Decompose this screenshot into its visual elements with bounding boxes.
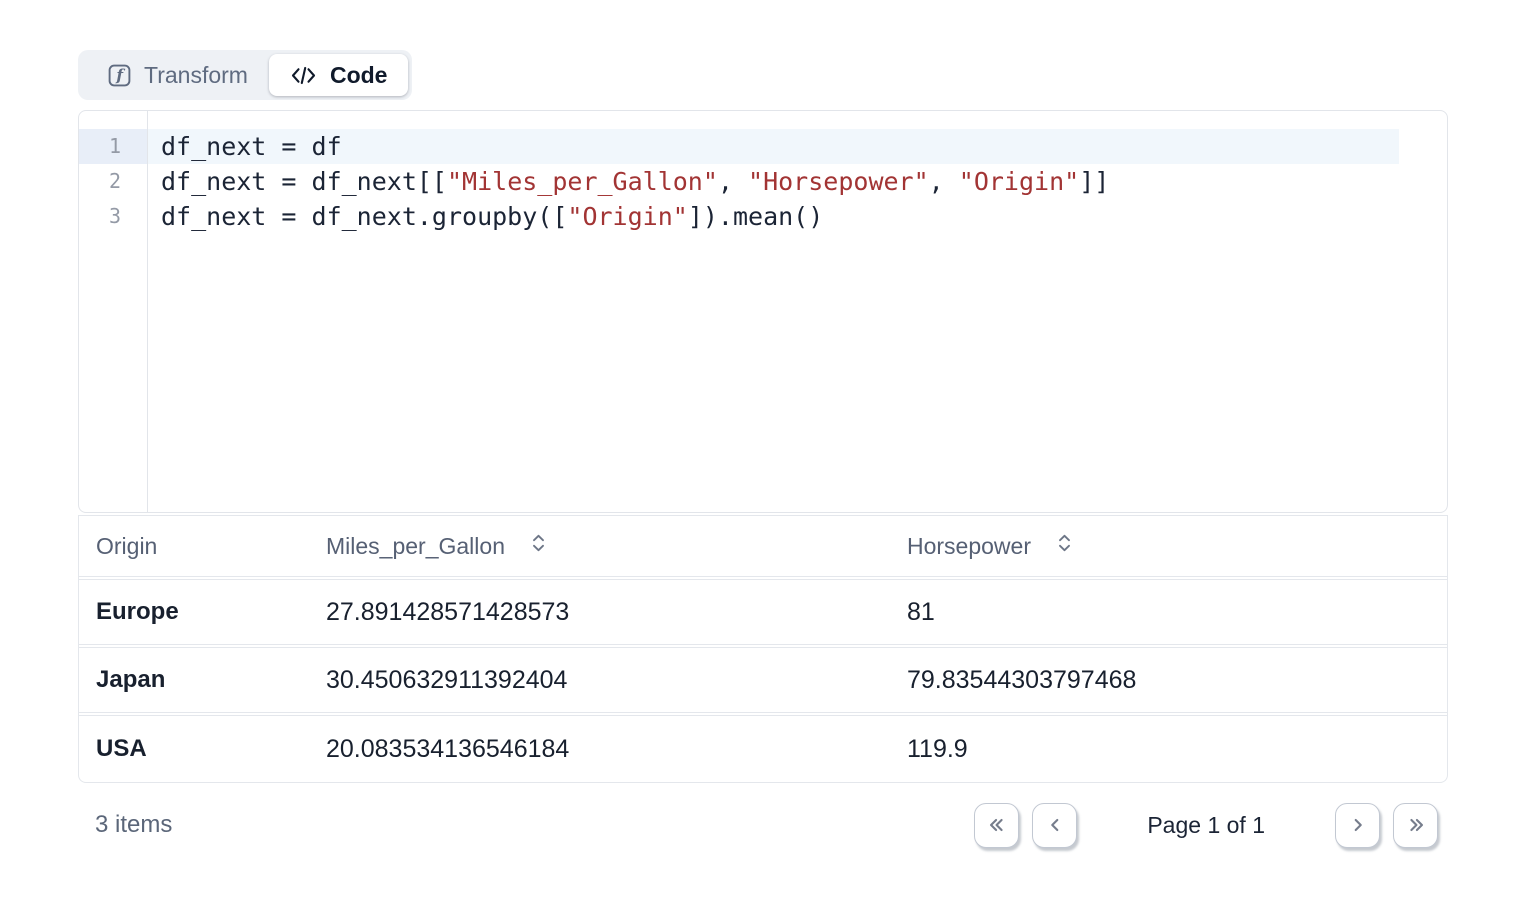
cell-value: 119.9 (890, 735, 1447, 764)
cell-value: 81 (890, 598, 1447, 627)
chevron-right-icon (1347, 814, 1369, 836)
code-line[interactable]: 3df_next = df_next.groupby(["Origin"]).m… (79, 199, 1447, 234)
line-number: 3 (79, 199, 147, 234)
items-count: 3 items (95, 811, 172, 839)
sort-chevrons-icon[interactable] (1056, 532, 1073, 560)
column-header: Origin (79, 533, 309, 560)
code-text[interactable]: df_next = df_next.groupby(["Origin"]).me… (147, 199, 1399, 234)
pagination-bar: 3 items Page 1 of 1 (78, 796, 1448, 854)
cell-value: 27.891428571428573 (309, 598, 890, 627)
row-index-label: USA (79, 735, 309, 763)
chevrons-left-icon (986, 814, 1008, 836)
column-header[interactable]: Miles_per_Gallon (309, 532, 890, 560)
cell-value: 30.450632911392404 (309, 666, 890, 695)
tab-transform-label: Transform (144, 62, 248, 89)
column-header-label: Origin (96, 533, 157, 560)
chevrons-right-icon (1405, 814, 1427, 836)
cell-value: 79.83544303797468 (890, 666, 1447, 695)
table-row: Japan30.45063291139240479.83544303797468 (79, 647, 1447, 713)
line-number: 2 (79, 164, 147, 199)
code-line[interactable]: 2df_next = df_next[["Miles_per_Gallon", … (79, 164, 1447, 199)
table-row: USA20.083534136546184119.9 (79, 715, 1447, 782)
code-line[interactable]: 1df_next = df (79, 129, 1447, 164)
table-body: Europe27.89142857142857381Japan30.450632… (79, 579, 1447, 782)
last-page-button[interactable] (1393, 803, 1438, 848)
cell-value: 20.083534136546184 (309, 735, 890, 764)
column-header-label: Horsepower (907, 533, 1031, 560)
pager: Page 1 of 1 (974, 803, 1438, 848)
chevron-left-icon (1044, 814, 1066, 836)
code-text[interactable]: df_next = df_next[["Miles_per_Gallon", "… (147, 164, 1399, 199)
page-indicator: Page 1 of 1 (1147, 812, 1265, 839)
view-tabbar: f Transform Code (78, 50, 412, 100)
tab-code[interactable]: Code (269, 54, 409, 96)
sort-chevrons-icon[interactable] (530, 532, 547, 560)
svg-text:f: f (115, 65, 125, 84)
tab-code-label: Code (330, 62, 388, 89)
row-index-label: Europe (79, 598, 309, 626)
code-text[interactable]: df_next = df (147, 129, 1399, 164)
result-table: Origin Miles_per_Gallon Horsepower Europe… (78, 515, 1448, 783)
dataframe-widget: f Transform Code 1df_next = df2df_next =… (78, 50, 1448, 854)
column-header-label: Miles_per_Gallon (326, 533, 505, 560)
column-header[interactable]: Horsepower (890, 532, 1447, 560)
table-row: Europe27.89142857142857381 (79, 579, 1447, 645)
function-icon: f (108, 64, 131, 87)
table-header-row: Origin Miles_per_Gallon Horsepower (79, 515, 1447, 577)
code-lines: 1df_next = df2df_next = df_next[["Miles_… (79, 129, 1447, 234)
row-index-label: Japan (79, 666, 309, 694)
line-number: 1 (79, 129, 147, 164)
code-editor[interactable]: 1df_next = df2df_next = df_next[["Miles_… (78, 110, 1448, 513)
previous-page-button[interactable] (1032, 803, 1077, 848)
next-page-button[interactable] (1335, 803, 1380, 848)
tab-transform[interactable]: f Transform (82, 54, 269, 96)
first-page-button[interactable] (974, 803, 1019, 848)
code-brackets-icon (290, 65, 317, 86)
